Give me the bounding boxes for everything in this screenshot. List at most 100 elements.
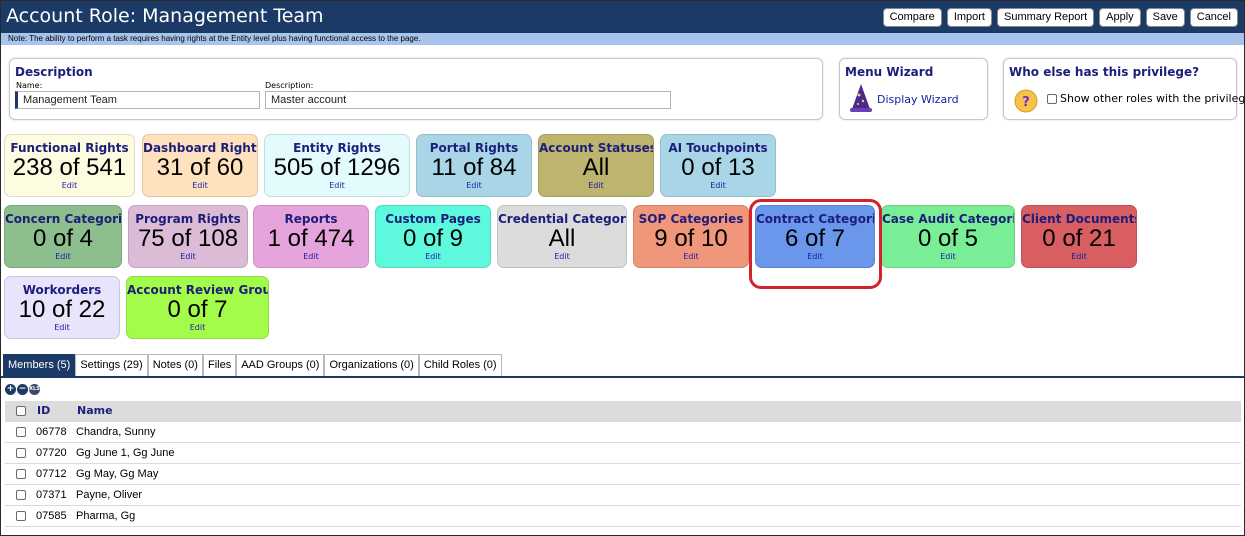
cancel-button[interactable]: Cancel bbox=[1189, 8, 1238, 27]
tile-value: All bbox=[548, 225, 576, 252]
page-header: Account Role: Management Team Compare Im… bbox=[1, 1, 1244, 33]
member-name[interactable]: Pharma, Gg bbox=[76, 510, 135, 522]
header-toolbar: Compare Import Summary Report Apply Save… bbox=[882, 8, 1238, 27]
tile-account-statuses[interactable]: Account Statuses All Edit bbox=[538, 134, 654, 197]
tile-credential-categories[interactable]: Credential CategoriesAllEdit bbox=[497, 205, 627, 268]
tile-portal-rights[interactable]: Portal Rights 11 of 84 Edit bbox=[416, 134, 532, 197]
compare-button[interactable]: Compare bbox=[882, 8, 942, 27]
tile-title: Credential Categories bbox=[498, 212, 626, 226]
add-icon[interactable]: + bbox=[5, 384, 16, 395]
tab-notes[interactable]: Notes (0) bbox=[147, 354, 203, 376]
member-name[interactable]: Payne, Oliver bbox=[76, 489, 142, 501]
tab-bar: Members (5) Settings (29) Notes (0) File… bbox=[3, 354, 502, 376]
tile-value: 11 of 84 bbox=[431, 154, 517, 181]
tile-title: Program Rights bbox=[135, 212, 241, 226]
tile-edit-link[interactable]: Edit bbox=[5, 181, 134, 191]
tile-custom-pages[interactable]: Custom Pages 0 of 9 Edit bbox=[375, 205, 491, 268]
svg-text:?: ? bbox=[1022, 95, 1030, 110]
tile-case-audit-categories[interactable]: Case Audit Categories0 of 5Edit bbox=[881, 205, 1015, 268]
tile-title: Functional Rights bbox=[10, 141, 129, 155]
tile-edit-link[interactable]: Edit bbox=[661, 181, 775, 191]
tile-value: 0 of 4 bbox=[32, 225, 94, 252]
apply-button[interactable]: Apply bbox=[1099, 8, 1141, 27]
row-checkbox[interactable] bbox=[16, 427, 26, 437]
tile-reports[interactable]: Reports 1 of 474 Edit bbox=[253, 205, 369, 268]
tile-value: 9 of 10 bbox=[654, 225, 728, 252]
tile-program-rights[interactable]: Program Rights 75 of 108 Edit bbox=[128, 205, 248, 268]
tile-edit-link[interactable]: Edit bbox=[882, 252, 1014, 262]
tile-dashboard-rights[interactable]: Dashboard Rights 31 of 60 Edit bbox=[142, 134, 258, 197]
tile-edit-link[interactable]: Edit bbox=[376, 252, 490, 262]
tab-settings[interactable]: Settings (29) bbox=[75, 354, 148, 376]
table-row[interactable]: 07371 Payne, Oliver bbox=[5, 485, 1241, 506]
table-row[interactable]: 07712 Gg May, Gg May bbox=[5, 464, 1241, 485]
tile-edit-link[interactable]: Edit bbox=[5, 252, 121, 262]
save-button[interactable]: Save bbox=[1145, 8, 1185, 27]
tile-edit-link[interactable]: Edit bbox=[5, 323, 119, 333]
tile-value: 0 of 13 bbox=[681, 154, 755, 181]
tile-functional-rights[interactable]: Functional Rights 238 of 541 Edit bbox=[4, 134, 135, 197]
tile-sop-categories[interactable]: SOP Categories 9 of 10 Edit bbox=[633, 205, 749, 268]
tile-value: 75 of 108 bbox=[137, 225, 239, 252]
table-row[interactable]: 07720 Gg June 1, Gg June bbox=[5, 443, 1241, 464]
tab-aad-groups[interactable]: AAD Groups (0) bbox=[236, 354, 325, 376]
row-checkbox[interactable] bbox=[16, 511, 26, 521]
tile-client-documents[interactable]: Client Documents 0 of 21 Edit bbox=[1021, 205, 1137, 268]
tile-title: Portal Rights bbox=[429, 141, 519, 155]
tab-underline bbox=[1, 376, 1244, 378]
show-other-roles-checkbox[interactable] bbox=[1047, 93, 1057, 104]
highlight-annotation bbox=[749, 199, 882, 289]
summary-report-button[interactable]: Summary Report bbox=[997, 8, 1095, 27]
tile-value: All bbox=[582, 154, 610, 181]
tab-child-roles[interactable]: Child Roles (0) bbox=[418, 354, 502, 376]
row-checkbox[interactable] bbox=[16, 469, 26, 479]
tile-edit-link[interactable]: Edit bbox=[265, 181, 409, 191]
who-else-title: Who else has this privilege? bbox=[1009, 65, 1200, 79]
column-header-id[interactable]: ID bbox=[37, 404, 50, 417]
tile-value: 238 of 541 bbox=[12, 154, 127, 181]
member-id: 07371 bbox=[36, 489, 67, 501]
description-field[interactable]: Master account bbox=[265, 91, 671, 109]
tile-edit-link[interactable]: Edit bbox=[129, 252, 247, 262]
tile-ai-touchpoints[interactable]: AI Touchpoints 0 of 13 Edit bbox=[660, 134, 776, 197]
display-wizard-link[interactable]: Display Wizard bbox=[877, 93, 959, 106]
tile-edit-link[interactable]: Edit bbox=[254, 252, 368, 262]
tile-edit-link[interactable]: Edit bbox=[539, 181, 653, 191]
member-name[interactable]: Chandra, Sunny bbox=[76, 426, 156, 438]
tab-files[interactable]: Files bbox=[202, 354, 237, 376]
row-checkbox[interactable] bbox=[16, 448, 26, 458]
tile-edit-link[interactable]: Edit bbox=[1022, 252, 1136, 262]
tile-value: 0 of 5 bbox=[917, 225, 979, 252]
tile-account-review-groups[interactable]: Account Review Groups0 of 7Edit bbox=[126, 276, 269, 339]
member-id: 07585 bbox=[36, 510, 67, 522]
column-header-name[interactable]: Name bbox=[77, 404, 113, 417]
show-other-roles-row[interactable]: Show other roles with the privileges bbox=[1047, 92, 1245, 105]
tile-value: 505 of 1296 bbox=[273, 154, 401, 181]
member-name[interactable]: Gg June 1, Gg June bbox=[76, 447, 174, 459]
name-field[interactable]: Management Team bbox=[15, 91, 260, 109]
tab-organizations[interactable]: Organizations (0) bbox=[324, 354, 419, 376]
tile-edit-link[interactable]: Edit bbox=[634, 252, 748, 262]
tab-members[interactable]: Members (5) bbox=[3, 354, 76, 376]
tile-concern-categories[interactable]: Concern Categories0 of 4Edit bbox=[4, 205, 122, 268]
excel-export-icon[interactable]: XLS bbox=[29, 384, 40, 395]
menu-wizard-title: Menu Wizard bbox=[845, 65, 934, 79]
member-name[interactable]: Gg May, Gg May bbox=[76, 468, 158, 480]
menu-wizard-panel: Menu Wizard Display Wizard bbox=[839, 58, 988, 120]
members-table-header: ID Name bbox=[5, 401, 1241, 422]
tile-workorders[interactable]: Workorders 10 of 22 Edit bbox=[4, 276, 120, 339]
tile-edit-link[interactable]: Edit bbox=[127, 323, 268, 333]
tile-entity-rights[interactable]: Entity Rights 505 of 1296 Edit bbox=[264, 134, 410, 197]
tile-edit-link[interactable]: Edit bbox=[498, 252, 626, 262]
tile-value: 10 of 22 bbox=[18, 296, 106, 323]
table-row[interactable]: 06778 Chandra, Sunny bbox=[5, 422, 1241, 443]
tile-title: Account Statuses bbox=[539, 141, 654, 155]
row-checkbox[interactable] bbox=[16, 490, 26, 500]
tile-value: 0 of 9 bbox=[402, 225, 464, 252]
table-row[interactable]: 07585 Pharma, Gg bbox=[5, 506, 1241, 527]
select-all-checkbox[interactable] bbox=[16, 406, 26, 416]
tile-edit-link[interactable]: Edit bbox=[417, 181, 531, 191]
tile-edit-link[interactable]: Edit bbox=[143, 181, 257, 191]
remove-icon[interactable]: − bbox=[17, 384, 28, 395]
import-button[interactable]: Import bbox=[946, 8, 992, 27]
